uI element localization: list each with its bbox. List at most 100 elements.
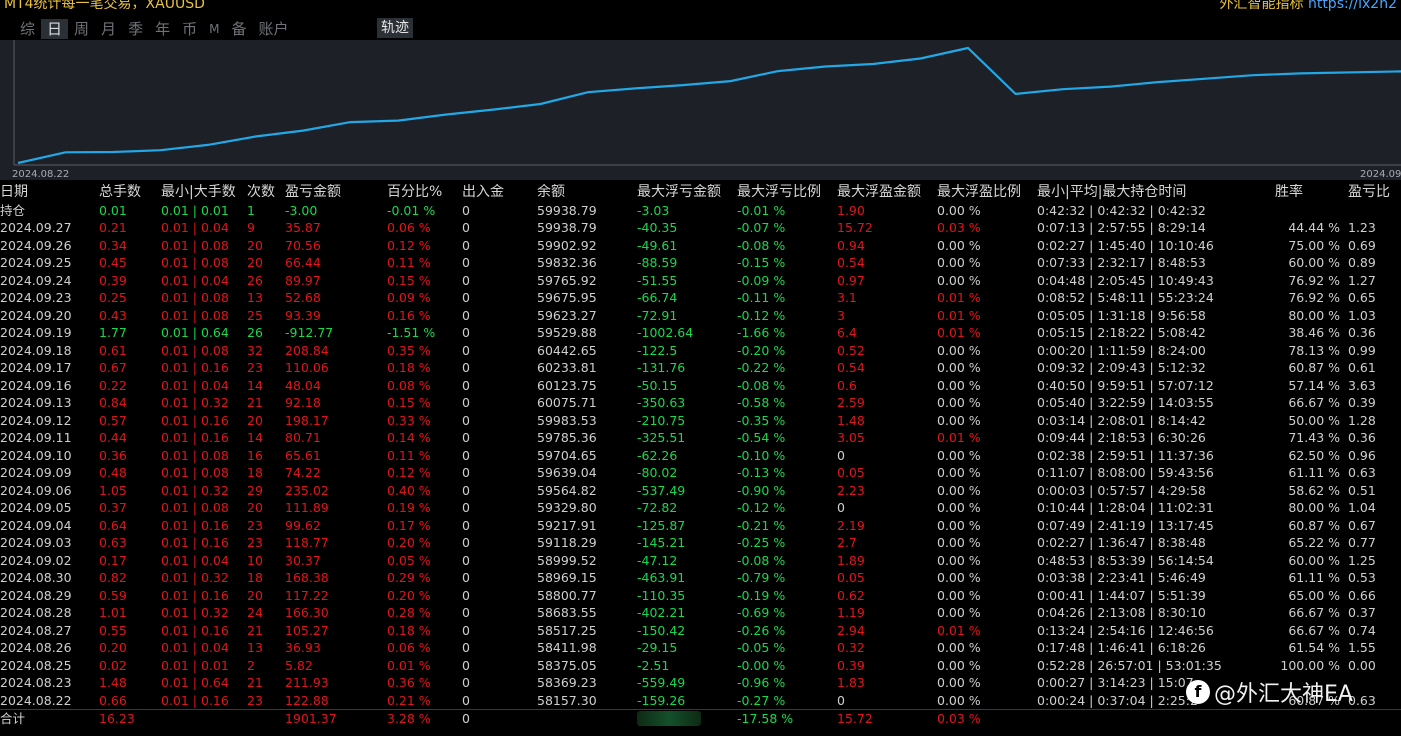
tab-6[interactable]: 币 — [176, 19, 203, 39]
table-row[interactable]: 2024.08.25 0.02 0.01 | 0.01 2 5.82 0.01 % 0 583… — [0, 657, 1401, 675]
col-header-3[interactable]: 次数 — [247, 184, 285, 202]
tab-0[interactable]: 综 — [14, 19, 41, 39]
table-row[interactable]: 2024.09.23 0.25 0.01 | 0.08 13 52.68 0.09 % 0 5… — [0, 289, 1401, 307]
table-row[interactable]: 2024.09.24 0.39 0.01 | 0.04 26 89.97 0.15 % 0 5… — [0, 272, 1401, 290]
table-row[interactable]: 2024.09.04 0.64 0.01 | 0.16 23 99.62 0.17 % 0 5… — [0, 517, 1401, 535]
cell-9: -0.00 % — [737, 657, 786, 673]
table-row[interactable]: 2024.09.02 0.17 0.01 | 0.04 10 30.37 0.05 % 0 5… — [0, 552, 1401, 570]
cell-7: 59704.65 — [537, 447, 597, 463]
cell-13: 80.00 % — [1288, 307, 1340, 323]
cell-8: -122.5 — [637, 342, 678, 358]
cell-11: 0.00 % — [937, 255, 981, 270]
total-row[interactable]: 合计16.23 1901.373.28 %0 -1234.56 -17.58 %1… — [0, 709, 1401, 728]
table-row[interactable]: 2024.09.12 0.57 0.01 | 0.16 20 198.17 0.33 % 0… — [0, 412, 1401, 430]
col-header-1[interactable]: 总手数 — [99, 184, 161, 202]
tab-2[interactable]: 周 — [68, 19, 95, 39]
tab-5[interactable]: 年 — [149, 19, 176, 39]
table-row[interactable]: 2024.08.30 0.82 0.01 | 0.32 18 168.38 0.29 % 0… — [0, 569, 1401, 587]
table-row[interactable]: 2024.09.10 0.36 0.01 | 0.08 16 65.61 0.11 % 0 5… — [0, 447, 1401, 465]
col-header-11[interactable]: 最大浮盈比例 — [937, 184, 1037, 202]
tab-4[interactable]: 季 — [122, 19, 149, 39]
cell-7: 58683.55 — [537, 605, 597, 620]
cell-7: 58517.25 — [537, 622, 597, 638]
holding-row[interactable]: 持仓 0.01 0.01 | 0.01 1 -3.00 -0.01 % 0 59938.79 -… — [0, 202, 1401, 220]
cell-8: -88.59 — [637, 255, 678, 270]
tab-8[interactable]: 备 — [225, 19, 252, 39]
cell-4: 66.44 — [285, 255, 321, 270]
col-header-5[interactable]: 百分比% — [387, 184, 462, 202]
cell-8: -150.42 — [637, 622, 686, 638]
track-button[interactable]: 轨迹 — [377, 18, 413, 38]
stats-table-container[interactable]: 日期 总手数 最小|大手数 次数 盈亏金额 百分比% 出入金 余额 最大浮亏金额 最大浮亏比例 最大… — [0, 184, 1401, 736]
cell-5: 0.06 % — [387, 640, 431, 655]
tab-7[interactable]: M — [203, 19, 225, 39]
redacted-value: -1234.56 — [637, 711, 702, 726]
col-header-2[interactable]: 最小|大手数 — [161, 184, 247, 202]
table-row[interactable]: 2024.08.28 1.01 0.01 | 0.32 24 166.30 0.28 % 0… — [0, 604, 1401, 622]
tab-1[interactable]: 日 — [41, 19, 69, 39]
cell-5: 0.15 % — [387, 395, 431, 410]
cell-5: 0.40 % — [387, 482, 431, 498]
cell-5: 0.33 % — [387, 412, 431, 428]
cell-5: 0.15 % — [387, 272, 431, 288]
table-row[interactable]: 2024.09.05 0.37 0.01 | 0.08 20 111.89 0.19 % 0… — [0, 499, 1401, 517]
cell-1: 0.82 — [99, 570, 127, 585]
cell-6: 0 — [462, 220, 470, 235]
cell-14: 1.27 — [1348, 272, 1376, 288]
col-header-12[interactable]: 最小|平均|最大持仓时间 — [1037, 184, 1275, 202]
cell-13: 76.92 % — [1288, 290, 1340, 305]
cell-9: -0.05 % — [737, 640, 786, 655]
table-row[interactable]: 2024.08.27 0.55 0.01 | 0.16 21 105.27 0.18 % 0… — [0, 622, 1401, 640]
cell-14: 0.77 — [1348, 535, 1376, 550]
table-row[interactable]: 2024.09.26 0.34 0.01 | 0.08 20 70.56 0.12 % 0 5… — [0, 237, 1401, 255]
table-row[interactable]: 2024.09.19 1.77 0.01 | 0.64 26 -912.77 -1.51 … — [0, 324, 1401, 342]
col-header-6[interactable]: 出入金 — [462, 184, 537, 202]
cell-7: 59564.82 — [537, 482, 597, 498]
table-row[interactable]: 2024.09.27 0.21 0.01 | 0.04 9 35.87 0.06 % 0 59… — [0, 219, 1401, 237]
cell-8: -131.76 — [637, 360, 686, 375]
col-header-0[interactable]: 日期 — [0, 184, 99, 202]
table-row[interactable]: 2024.08.26 0.20 0.01 | 0.04 13 36.93 0.06 % 0 5… — [0, 639, 1401, 657]
cell-10: 1.19 — [837, 605, 865, 620]
brand-url[interactable]: https://lx2h2 — [1308, 0, 1397, 12]
cell-13: 61.11 % — [1288, 465, 1340, 480]
table-row[interactable]: 2024.09.17 0.67 0.01 | 0.16 23 110.06 0.18 % 0… — [0, 359, 1401, 377]
cell-9: -1.66 % — [737, 325, 786, 340]
cell-7: 58157.30 — [537, 692, 597, 708]
cell-10: 0.94 — [837, 237, 865, 253]
cell-13: 66.67 % — [1288, 605, 1340, 620]
cell-4: 89.97 — [285, 272, 321, 288]
col-header-4[interactable]: 盈亏金额 — [285, 184, 387, 202]
table-row[interactable]: 2024.09.11 0.44 0.01 | 0.16 14 80.71 0.14 % 0 5… — [0, 429, 1401, 447]
table-row[interactable]: 2024.09.06 1.05 0.01 | 0.32 29 235.02 0.40 % 0… — [0, 482, 1401, 500]
col-header-14[interactable]: 盈亏比 — [1348, 184, 1401, 202]
tab-3[interactable]: 月 — [95, 19, 122, 39]
cell-7: 60075.71 — [537, 395, 597, 410]
table-row[interactable]: 2024.09.16 0.22 0.01 | 0.04 14 48.04 0.08 % 0 6… — [0, 377, 1401, 395]
col-header-13[interactable]: 胜率 — [1275, 184, 1348, 202]
col-header-7[interactable]: 余额 — [537, 184, 637, 202]
brand-link[interactable]: 外汇智能指标 https://lx2h2 — [1220, 0, 1398, 13]
table-row[interactable]: 2024.09.20 0.43 0.01 | 0.08 25 93.39 0.16 % 0 5… — [0, 307, 1401, 325]
cell-7: 58411.98 — [537, 640, 597, 655]
col-header-8[interactable]: 最大浮亏金额 — [637, 184, 737, 202]
cell-6: 0 — [462, 255, 470, 270]
cell-10: 15.72 — [837, 220, 873, 235]
table-row[interactable]: 2024.08.29 0.59 0.01 | 0.16 20 117.22 0.20 % 0… — [0, 587, 1401, 605]
table-row[interactable]: 2024.09.09 0.48 0.01 | 0.08 18 74.22 0.12 % 0 5… — [0, 464, 1401, 482]
cell-11: 0.03 % — [937, 709, 1037, 728]
cell-8: -62.26 — [637, 447, 678, 463]
tab-9[interactable]: 账户 — [252, 19, 294, 39]
cell-13: 38.46 % — [1288, 325, 1340, 340]
table-row[interactable]: 2024.09.18 0.61 0.01 | 0.08 32 208.84 0.35 % 0… — [0, 342, 1401, 360]
table-row[interactable]: 2024.09.25 0.45 0.01 | 0.08 20 66.44 0.11 % 0 5… — [0, 254, 1401, 272]
cell-5: 0.36 % — [387, 675, 431, 690]
table-row[interactable]: 2024.09.13 0.84 0.01 | 0.32 21 92.18 0.15 % 0 6… — [0, 394, 1401, 412]
cell-14: 0.67 — [1348, 517, 1376, 533]
col-header-10[interactable]: 最大浮盈金额 — [837, 184, 937, 202]
cell-0: 2024.08.25 — [0, 657, 72, 673]
table-row[interactable]: 2024.09.03 0.63 0.01 | 0.16 23 118.77 0.20 % 0… — [0, 534, 1401, 552]
col-header-9[interactable]: 最大浮亏比例 — [737, 184, 837, 202]
cell-13: 75.00 % — [1288, 237, 1340, 253]
cell-9: -0.12 % — [737, 307, 786, 323]
